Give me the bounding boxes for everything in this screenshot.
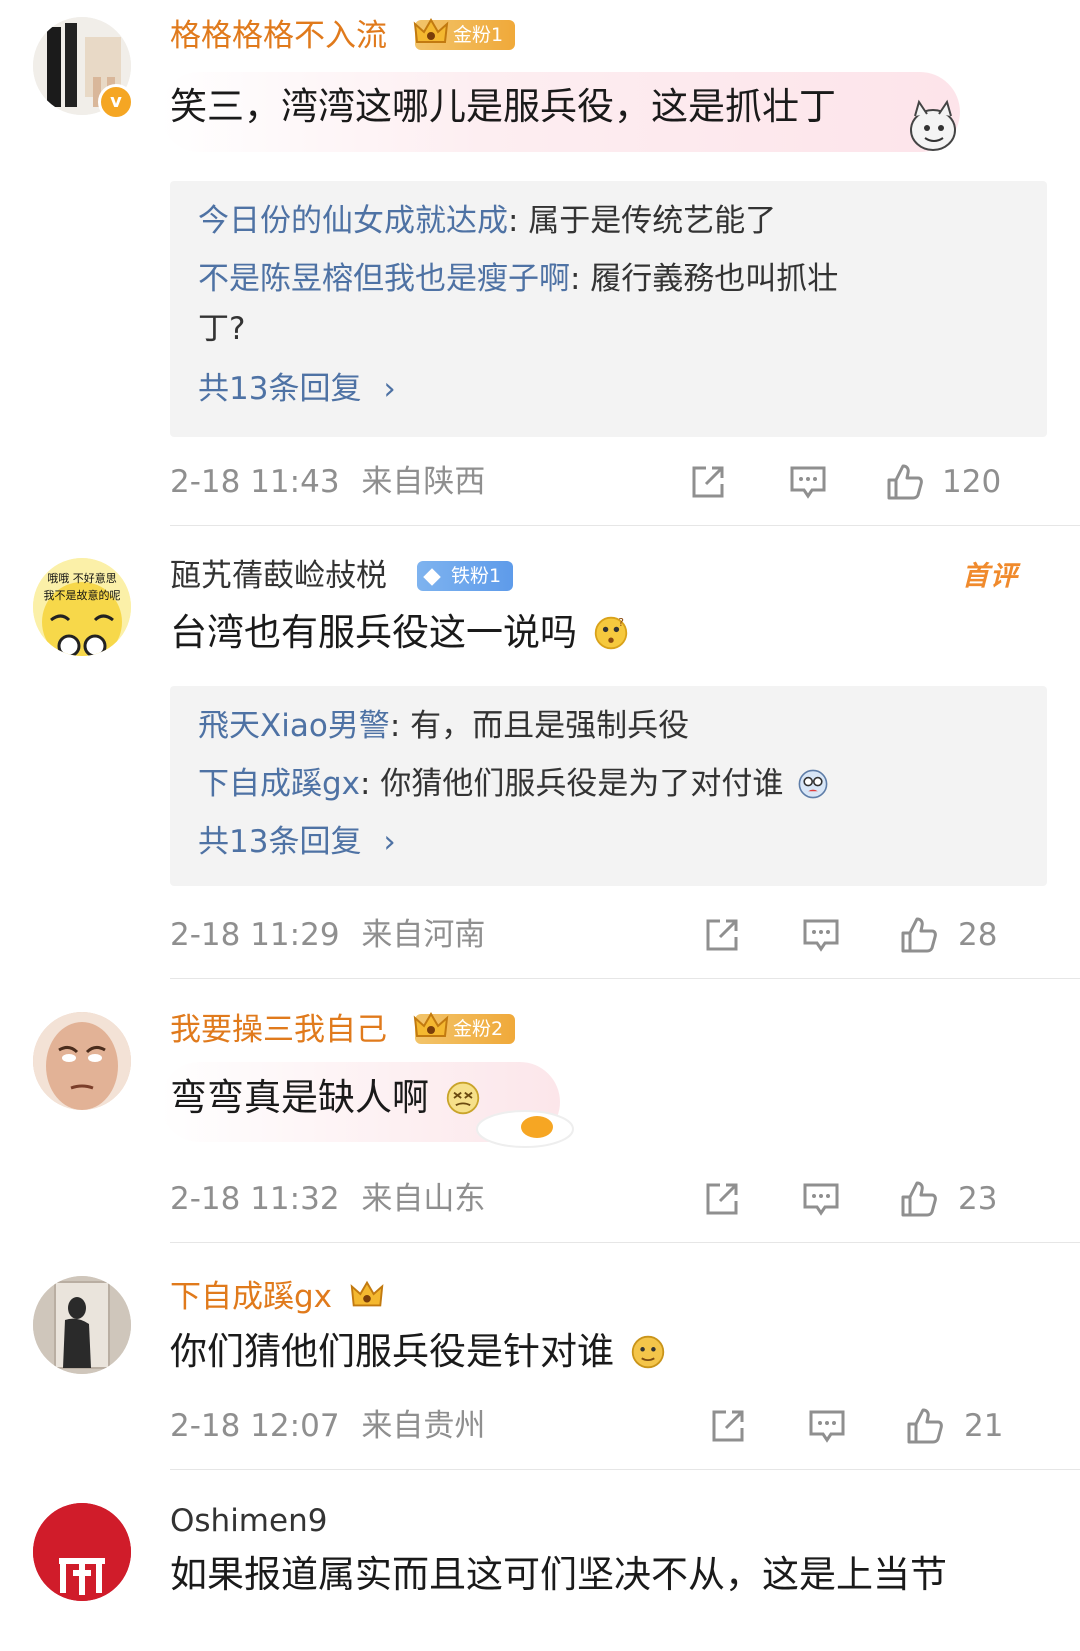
comment-meta: 2-18 11:32 来自山东 <box>170 1179 485 1219</box>
username[interactable]: 格格格格不入流 <box>170 16 387 56</box>
share-icon[interactable] <box>702 1179 742 1219</box>
reply-text: : 有，而且是强制兵役 <box>389 708 690 744</box>
reply-box[interactable]: 飛天Xiao男警: 有，而且是强制兵役 下自成蹊gx: 你猜他们服兵役是为了对付… <box>170 686 1047 886</box>
reply-username[interactable]: 今日份的仙女成就达成 <box>198 203 508 239</box>
avatar[interactable] <box>33 1012 131 1110</box>
location: 来自陕西 <box>361 464 486 500</box>
share-icon[interactable] <box>708 1406 748 1446</box>
chevron-right-icon: › <box>383 824 396 860</box>
username-label: 下自成蹊gx <box>170 1279 333 1315</box>
comment-text: 你们猜他们服兵役是针对谁 <box>170 1327 666 1377</box>
like-count: 23 <box>958 1181 998 1217</box>
location: 来自山东 <box>361 1181 486 1217</box>
comment-text: 台湾也有服兵役这一说吗 ? <box>170 608 629 658</box>
comment-text: 如果报道属实而且这可们坚决不从，这是上当节 <box>170 1553 947 1596</box>
comment-meta: 2-18 11:29 来自河南 <box>170 915 485 955</box>
comment-meta: 2-18 11:43 来自陕西 <box>170 462 485 502</box>
like-icon[interactable] <box>885 462 925 502</box>
share-icon[interactable] <box>688 462 728 502</box>
avatar[interactable] <box>33 1276 131 1374</box>
timestamp: 2-18 12:07 <box>170 1408 340 1444</box>
comment-icon[interactable] <box>801 1179 841 1219</box>
share-icon[interactable] <box>702 915 742 955</box>
divider <box>170 1242 1080 1243</box>
fan-badge[interactable]: 金粉2 <box>413 1012 516 1044</box>
fan-badge-label: 金粉2 <box>453 1018 504 1040</box>
comment-text-content: 你们猜他们服兵役是针对谁 <box>170 1330 614 1373</box>
reply-item: 不是陈昱榕但我也是瘦子啊: 履行義務也叫抓壮 <box>198 257 838 301</box>
timestamp: 2-18 11:32 <box>170 1181 340 1217</box>
fan-badge-label: 金粉1 <box>453 24 504 46</box>
username[interactable]: 瓸艽蒨菣崄敊棁 <box>170 556 387 596</box>
divider <box>170 978 1080 979</box>
diamond-icon <box>423 568 441 586</box>
comment-text: 笑三，湾湾这哪儿是服兵役，这是抓壮丁 <box>170 85 836 128</box>
cat-sticker-icon <box>910 99 956 151</box>
location: 来自河南 <box>361 917 486 953</box>
like-icon[interactable] <box>899 915 939 955</box>
fan-badge[interactable]: 金粉1 <box>413 18 516 50</box>
crown-icon <box>413 1012 449 1037</box>
reply-count-link[interactable]: 共13条回复 › <box>198 820 396 864</box>
avatar-caption: 我不是故意的呢 <box>43 589 121 602</box>
reply-count-label: 共13条回复 <box>198 371 362 407</box>
fan-badge-label: 铁粉1 <box>451 565 502 587</box>
skeptical-emoji-icon <box>798 769 828 799</box>
avatar-caption: 哦哦 不好意思 <box>47 572 117 585</box>
reply-item: 今日份的仙女成就达成: 属于是传统艺能了 <box>198 199 776 243</box>
like-count: 21 <box>964 1408 1004 1444</box>
timestamp: 2-18 11:29 <box>170 917 340 953</box>
reply-text: : 你猜他们服兵役是为了对付谁 <box>360 766 784 802</box>
like-count: 28 <box>958 917 998 953</box>
first-comment-tag: 首评 <box>962 561 1018 592</box>
username[interactable]: Oshimen9 <box>170 1501 327 1541</box>
comment-text: 弯弯真是缺人啊 <box>170 1073 481 1123</box>
comment-meta: 2-18 12:07 来自贵州 <box>170 1406 485 1446</box>
avatar[interactable]: 哦哦 不好意思 我不是故意的呢 <box>33 558 131 656</box>
reply-count-label: 共13条回复 <box>198 824 362 860</box>
comment-icon[interactable] <box>807 1406 847 1446</box>
comment-text-content: 弯弯真是缺人啊 <box>170 1076 429 1119</box>
dizzy-emoji-icon <box>446 1081 479 1115</box>
divider <box>170 525 1080 526</box>
comment-text-content: 台湾也有服兵役这一说吗 <box>170 611 577 654</box>
like-icon[interactable] <box>899 1179 939 1219</box>
crown-icon <box>413 18 449 43</box>
fan-badge[interactable]: 铁粉1 <box>417 561 514 591</box>
svg-text:?: ? <box>618 616 624 629</box>
reply-box[interactable]: 今日份的仙女成就达成: 属于是传统艺能了 不是陈昱榕但我也是瘦子啊: 履行義務也… <box>170 181 1047 437</box>
reply-count-link[interactable]: 共13条回复 › <box>198 367 396 411</box>
reply-username[interactable]: 下自成蹊gx <box>198 766 360 802</box>
reply-text-continued: 丁? <box>198 311 246 347</box>
like-count: 120 <box>942 464 1002 500</box>
chevron-right-icon: › <box>383 371 396 407</box>
username[interactable]: 下自成蹊gx <box>170 1275 386 1317</box>
crown-icon <box>350 1280 384 1307</box>
username[interactable]: 我要操三我自己 <box>170 1010 387 1050</box>
reply-username[interactable]: 不是陈昱榕但我也是瘦子啊 <box>198 261 570 297</box>
comment-icon[interactable] <box>788 462 828 502</box>
location: 来自贵州 <box>361 1408 486 1444</box>
timestamp: 2-18 11:43 <box>170 464 340 500</box>
verified-badge-icon: v <box>98 84 134 120</box>
doge-emoji-icon <box>631 1335 664 1369</box>
avatar[interactable] <box>33 1503 131 1601</box>
like-icon[interactable] <box>905 1406 945 1446</box>
reply-text: : 履行義務也叫抓壮 <box>570 261 839 297</box>
thinking-emoji-icon: ? <box>594 616 627 650</box>
reply-item: 下自成蹊gx: 你猜他们服兵役是为了对付谁 <box>198 762 829 806</box>
reply-item: 飛天Xiao男警: 有，而且是强制兵役 <box>198 704 689 748</box>
reply-username[interactable]: 飛天Xiao男警 <box>198 708 390 744</box>
reply-text: : 属于是传统艺能了 <box>508 203 777 239</box>
divider <box>170 1469 1080 1470</box>
comment-icon[interactable] <box>801 915 841 955</box>
